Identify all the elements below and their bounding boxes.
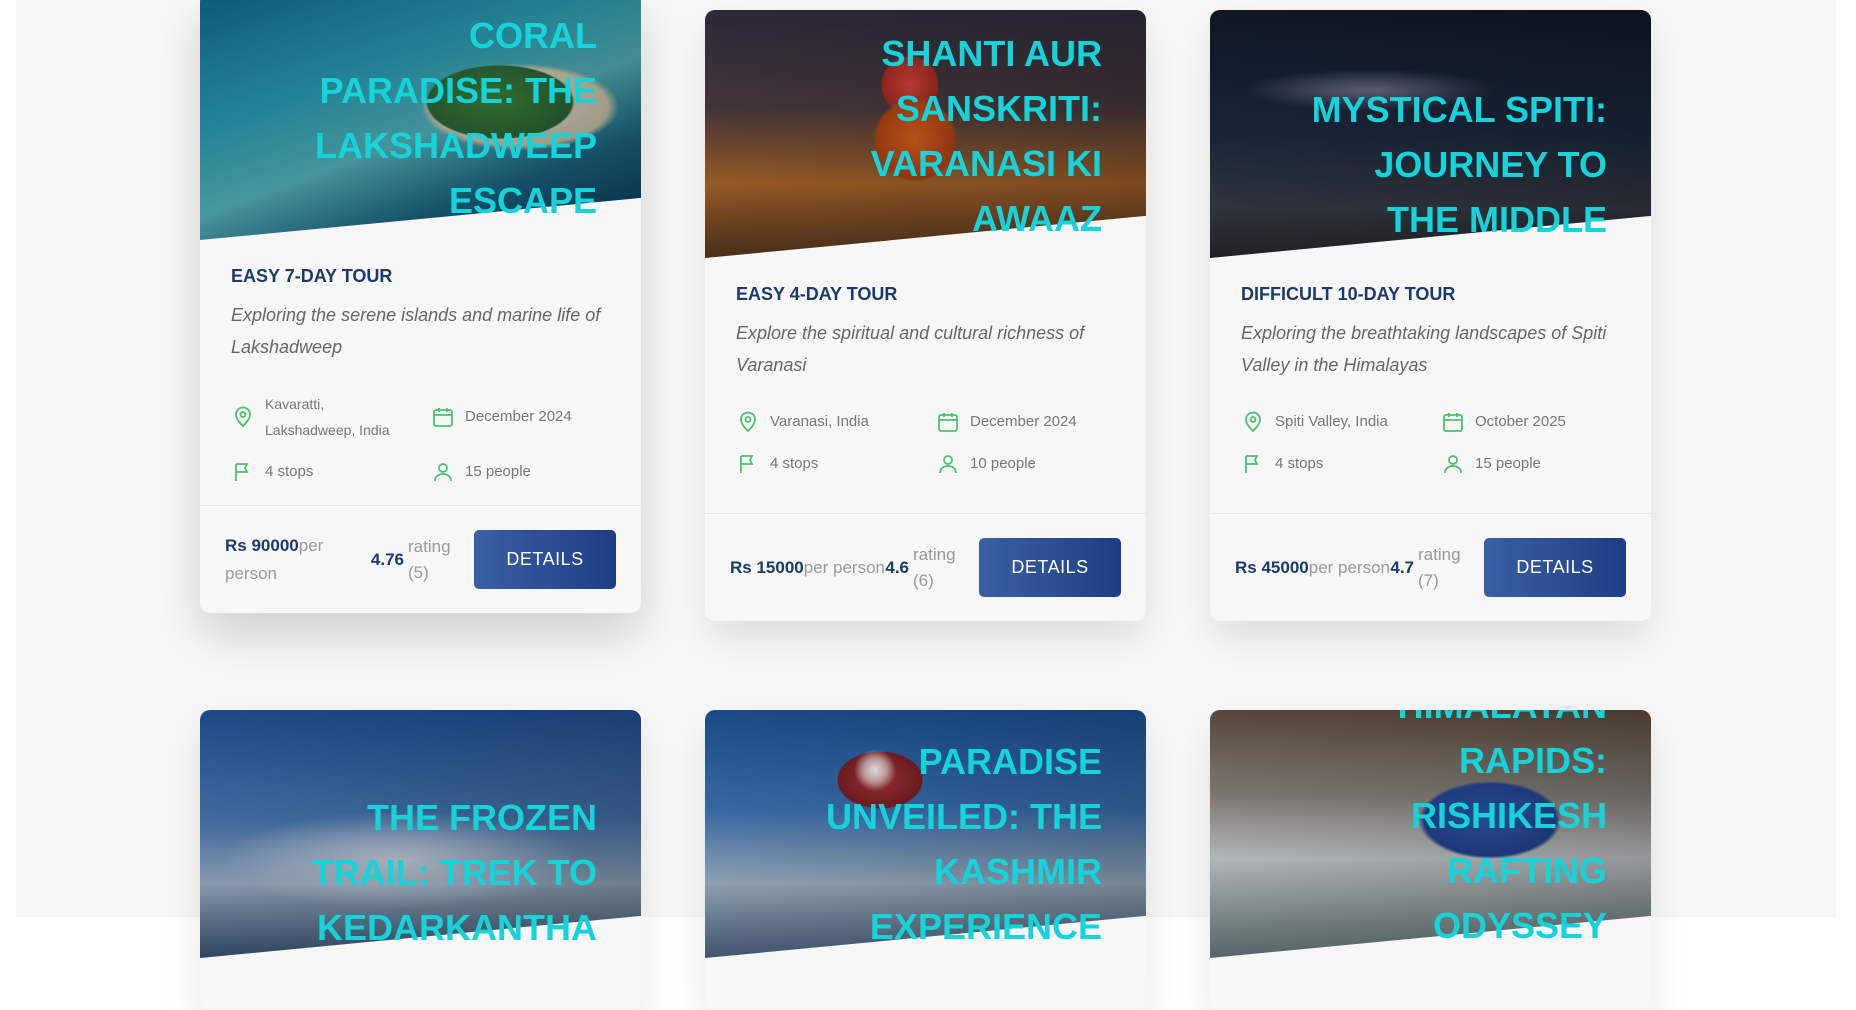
person-icon: [1444, 455, 1462, 474]
card-location: Varanasi, India: [736, 409, 936, 435]
price-value: Rs 45000: [1235, 557, 1309, 577]
card-summary: Explore the spiritual and cultural richn…: [736, 323, 1085, 375]
card-stops: 4 stops: [736, 451, 936, 477]
card-title: Mystical Spiti: Journey to the Middle La…: [1311, 89, 1607, 258]
calendar-icon: [433, 408, 453, 427]
price-value: Rs 90000: [225, 535, 299, 555]
location-pin-icon: [740, 411, 756, 433]
card-title: Shanti Aur Sanskriti: Varanasi Ki Awaaz: [870, 33, 1102, 239]
price-block: Rs 90000per person: [225, 532, 335, 588]
price-value: Rs 15000: [730, 557, 804, 577]
card-footer: Rs 15000per person 4.6 rating (6) Detail…: [705, 513, 1146, 621]
card-title: The Frozen Trail: Trek to Kedarkantha: [311, 797, 597, 948]
rating-block: 4.76 rating (5): [371, 534, 458, 586]
price-unit: per person: [803, 557, 886, 577]
rating-block: 4.7 rating (7): [1390, 542, 1468, 594]
card-people: 15 people: [431, 459, 631, 485]
card-data-grid: Varanasi, India December 2024 4 stops 10…: [736, 409, 1115, 477]
card-header: The Frozen Trail: Trek to Kedarkantha: [200, 710, 641, 958]
people-text: 15 people: [1475, 455, 1541, 472]
person-icon: [939, 455, 957, 474]
person-icon: [434, 463, 452, 482]
card-title: Paradise Unveiled: The Kashmir Experienc…: [825, 741, 1102, 947]
card-details: Difficult 10-day tour Exploring the brea…: [1210, 258, 1651, 497]
tour-card: Mystical Spiti: Journey to the Middle La…: [1210, 10, 1651, 621]
card-summary: Exploring the serene islands and marine …: [231, 305, 601, 357]
flag-icon: [740, 455, 754, 473]
date-text: December 2024: [970, 413, 1077, 430]
card-details: Easy 4-day tour Explore the spiritual an…: [705, 258, 1146, 497]
stops-text: 4 stops: [265, 463, 314, 480]
tour-card: Himalayan Rapids: Rishikesh Rafting Odys…: [1210, 710, 1651, 1010]
card-header: Mystical Spiti: Journey to the Middle La…: [1210, 10, 1651, 258]
card-date: October 2025: [1441, 409, 1641, 435]
card-data-grid: Kavaratti, Lakshadweep, India December 2…: [231, 391, 610, 485]
details-button[interactable]: Details: [1484, 538, 1626, 597]
rating-value: 4.76: [370, 549, 404, 569]
location-pin-icon: [235, 406, 251, 428]
card-subheading: Easy 4-day tour: [736, 284, 898, 304]
card-location: Spiti Valley, India: [1241, 409, 1441, 435]
rating-label: rating (7): [1418, 544, 1461, 590]
rating-label: rating (6): [913, 544, 956, 590]
price-unit: per person: [1308, 557, 1391, 577]
date-text: December 2024: [465, 408, 572, 425]
date-text: October 2025: [1475, 413, 1566, 430]
details-button[interactable]: Details: [474, 530, 616, 589]
card-stops: 4 stops: [1241, 451, 1441, 477]
tour-card: Coral Paradise: The Lakshadweep Escape E…: [200, 0, 641, 613]
card-title: Coral Paradise: The Lakshadweep Escape: [314, 15, 597, 221]
card-subheading: Easy 7-day tour: [231, 266, 393, 286]
card-date: December 2024: [431, 391, 631, 443]
location-pin-icon: [1245, 411, 1261, 433]
card-header: Himalayan Rapids: Rishikesh Rafting Odys…: [1210, 710, 1651, 958]
card-people: 10 people: [936, 451, 1136, 477]
tour-card: The Frozen Trail: Trek to Kedarkantha: [200, 710, 641, 1010]
location-text: Varanasi, India: [770, 413, 869, 430]
card-footer: Rs 45000per person 4.7 rating (7) Detail…: [1210, 513, 1651, 621]
rating-value: 4.6: [885, 557, 909, 577]
flag-icon: [235, 463, 249, 481]
card-people: 15 people: [1441, 451, 1641, 477]
price-block: Rs 15000per person: [730, 554, 885, 582]
price-block: Rs 45000per person: [1235, 554, 1390, 582]
people-text: 15 people: [465, 463, 531, 480]
card-data-grid: Spiti Valley, India October 2025 4 stops…: [1241, 409, 1620, 477]
stops-text: 4 stops: [1275, 455, 1324, 472]
card-summary: Exploring the breathtaking landscapes of…: [1241, 323, 1607, 375]
flag-icon: [1245, 455, 1259, 473]
rating-label: rating (5): [408, 536, 451, 582]
card-header: Shanti Aur Sanskriti: Varanasi Ki Awaaz: [705, 10, 1146, 258]
details-button[interactable]: Details: [979, 538, 1121, 597]
card-location: Kavaratti, Lakshadweep, India: [231, 391, 431, 443]
calendar-icon: [938, 413, 958, 432]
people-text: 10 people: [970, 455, 1036, 472]
card-header: Coral Paradise: The Lakshadweep Escape: [200, 0, 641, 240]
rating-value: 4.7: [1390, 557, 1414, 577]
calendar-icon: [1443, 413, 1463, 432]
card-footer: Rs 90000per person 4.76 rating (5) Detai…: [200, 505, 641, 613]
card-subheading: Difficult 10-day tour: [1241, 284, 1456, 304]
card-details: Easy 7-day tour Exploring the serene isl…: [200, 240, 641, 505]
card-header: Paradise Unveiled: The Kashmir Experienc…: [705, 710, 1146, 958]
tour-card: Paradise Unveiled: The Kashmir Experienc…: [705, 710, 1146, 1010]
tour-card: Shanti Aur Sanskriti: Varanasi Ki Awaaz …: [705, 10, 1146, 621]
location-text: Spiti Valley, India: [1275, 413, 1388, 430]
card-stops: 4 stops: [231, 459, 431, 485]
location-text: Kavaratti, Lakshadweep, India: [265, 396, 390, 438]
card-date: December 2024: [936, 409, 1136, 435]
rating-block: 4.6 rating (6): [885, 542, 963, 594]
stops-text: 4 stops: [770, 455, 819, 472]
